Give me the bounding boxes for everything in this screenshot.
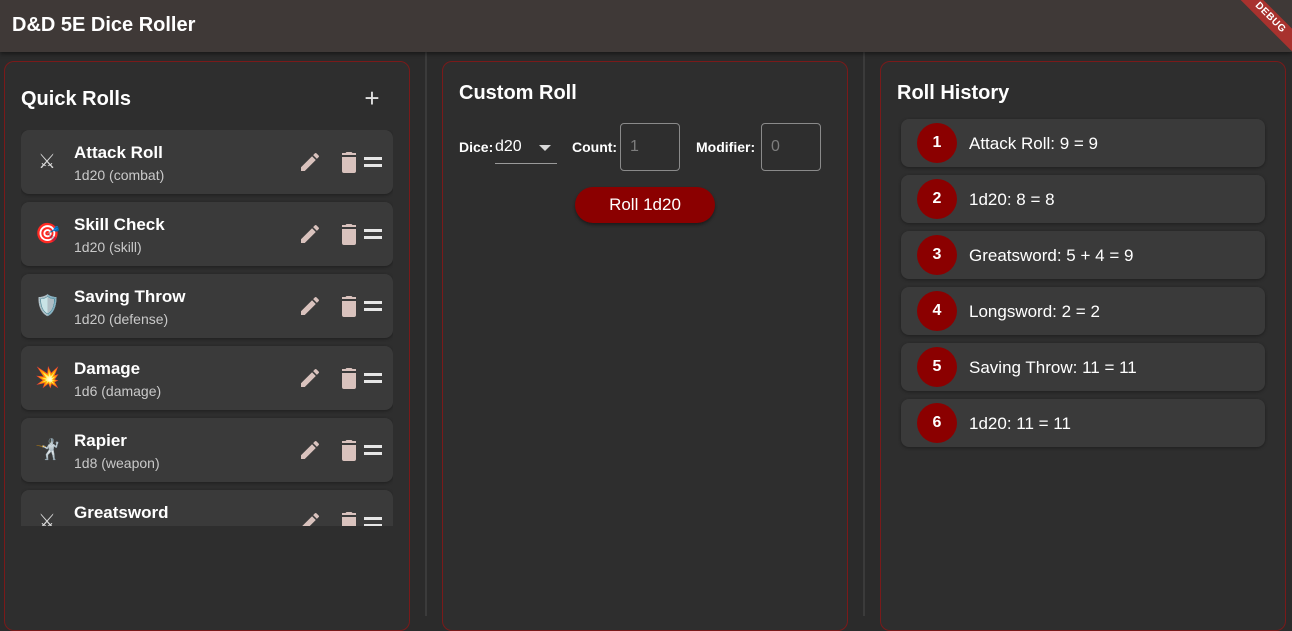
crossed-swords-icon: ⚔ bbox=[38, 151, 56, 173]
fencer-icon: 🤺 bbox=[35, 439, 60, 461]
history-text: Longsword: 2 = 2 bbox=[969, 302, 1100, 321]
column-divider bbox=[425, 52, 427, 616]
quick-roll-item[interactable]: ⚔ Greatsword bbox=[21, 490, 393, 526]
dice-selected-value: d20 bbox=[495, 138, 522, 155]
dropdown-arrow-icon bbox=[539, 145, 551, 151]
dice-label: Dice: bbox=[459, 139, 494, 155]
quick-roll-formula: 1d8 (weapon) bbox=[74, 455, 160, 471]
history-number-badge: 3 bbox=[917, 235, 957, 275]
add-quick-roll-button[interactable]: + bbox=[358, 83, 386, 114]
history-number-badge: 4 bbox=[917, 291, 957, 331]
history-text: Greatsword: 5 + 4 = 9 bbox=[969, 246, 1134, 265]
app-bar: D&D 5E Dice Roller DEBUG bbox=[0, 0, 1292, 58]
quick-roll-name: Saving Throw bbox=[74, 287, 186, 306]
edit-pencil-icon[interactable] bbox=[298, 150, 322, 174]
target-icon: 🎯 bbox=[35, 223, 60, 245]
edit-pencil-icon[interactable] bbox=[298, 438, 322, 462]
quick-roll-item[interactable]: ⚔ Attack Roll 1d20 (combat) bbox=[21, 130, 393, 194]
quick-roll-name: Greatsword bbox=[74, 503, 169, 522]
history-text: 1d20: 8 = 8 bbox=[969, 190, 1055, 209]
drag-handle-icon[interactable] bbox=[364, 442, 382, 458]
shield-icon: 🛡️ bbox=[35, 295, 60, 317]
explosion-icon: 💥 bbox=[35, 367, 60, 389]
quick-roll-name: Rapier bbox=[74, 431, 127, 450]
roll-history-title: Roll History bbox=[897, 82, 1010, 104]
quick-roll-name: Skill Check bbox=[74, 215, 165, 234]
delete-trash-icon[interactable] bbox=[339, 438, 359, 462]
history-item: 6 1d20: 11 = 11 bbox=[901, 399, 1265, 447]
history-text: 1d20: 11 = 11 bbox=[969, 414, 1071, 433]
delete-trash-icon[interactable] bbox=[339, 510, 359, 526]
quick-roll-item[interactable]: 🛡️ Saving Throw 1d20 (defense) bbox=[21, 274, 393, 338]
history-number-badge: 6 bbox=[917, 403, 957, 443]
edit-pencil-icon[interactable] bbox=[298, 510, 322, 526]
history-number-badge: 2 bbox=[917, 179, 957, 219]
drag-handle-icon[interactable] bbox=[364, 370, 382, 386]
delete-trash-icon[interactable] bbox=[339, 150, 359, 174]
history-text: Saving Throw: 11 = 11 bbox=[969, 358, 1137, 377]
delete-trash-icon[interactable] bbox=[339, 294, 359, 318]
quick-rolls-list[interactable]: ⚔ Attack Roll 1d20 (combat) 🎯 Skill Chec… bbox=[21, 130, 393, 526]
quick-roll-formula: 1d20 (defense) bbox=[74, 311, 169, 327]
modifier-placeholder: 0 bbox=[771, 138, 780, 155]
column-divider bbox=[863, 52, 865, 616]
count-input[interactable]: 1 bbox=[620, 123, 680, 171]
count-placeholder: 1 bbox=[630, 138, 639, 155]
history-item: 3 Greatsword: 5 + 4 = 9 bbox=[901, 231, 1265, 279]
quick-roll-formula: 1d20 (skill) bbox=[74, 239, 142, 255]
quick-roll-formula: 1d6 (damage) bbox=[74, 383, 162, 399]
modifier-label: Modifier: bbox=[696, 139, 756, 155]
drag-handle-icon[interactable] bbox=[364, 154, 382, 170]
edit-pencil-icon[interactable] bbox=[298, 222, 322, 246]
history-number-badge: 5 bbox=[917, 347, 957, 387]
drag-handle-icon[interactable] bbox=[364, 514, 382, 526]
history-item: 5 Saving Throw: 11 = 11 bbox=[901, 343, 1265, 391]
custom-roll-title: Custom Roll bbox=[459, 82, 577, 104]
edit-pencil-icon[interactable] bbox=[298, 366, 322, 390]
quick-roll-item[interactable]: 🎯 Skill Check 1d20 (skill) bbox=[21, 202, 393, 266]
quick-roll-item[interactable]: 🤺 Rapier 1d8 (weapon) bbox=[21, 418, 393, 482]
quick-rolls-title: Quick Rolls bbox=[21, 88, 132, 110]
history-number-badge: 1 bbox=[917, 123, 957, 163]
app-title: D&D 5E Dice Roller bbox=[12, 14, 196, 36]
drag-handle-icon[interactable] bbox=[364, 226, 382, 242]
debug-banner: DEBUG bbox=[1230, 0, 1292, 58]
history-item: 4 Longsword: 2 = 2 bbox=[901, 287, 1265, 335]
count-label: Count: bbox=[572, 139, 618, 155]
quick-roll-name: Damage bbox=[74, 359, 141, 378]
history-item: 2 1d20: 8 = 8 bbox=[901, 175, 1265, 223]
quick-roll-name: Attack Roll bbox=[74, 143, 163, 162]
plus-icon: + bbox=[364, 83, 380, 113]
quick-roll-formula: 1d20 (combat) bbox=[74, 167, 165, 183]
modifier-input[interactable]: 0 bbox=[761, 123, 821, 171]
edit-pencil-icon[interactable] bbox=[298, 294, 322, 318]
quick-roll-item[interactable]: 💥 Damage 1d6 (damage) bbox=[21, 346, 393, 410]
history-item: 1 Attack Roll: 9 = 9 bbox=[901, 119, 1265, 167]
crossed-swords-icon: ⚔ bbox=[38, 511, 56, 526]
delete-trash-icon[interactable] bbox=[339, 366, 359, 390]
history-text: Attack Roll: 9 = 9 bbox=[969, 134, 1098, 153]
drag-handle-icon[interactable] bbox=[364, 298, 382, 314]
dice-type-dropdown[interactable]: d20 bbox=[495, 134, 557, 164]
delete-trash-icon[interactable] bbox=[339, 222, 359, 246]
roll-button[interactable]: Roll 1d20 bbox=[575, 187, 715, 223]
